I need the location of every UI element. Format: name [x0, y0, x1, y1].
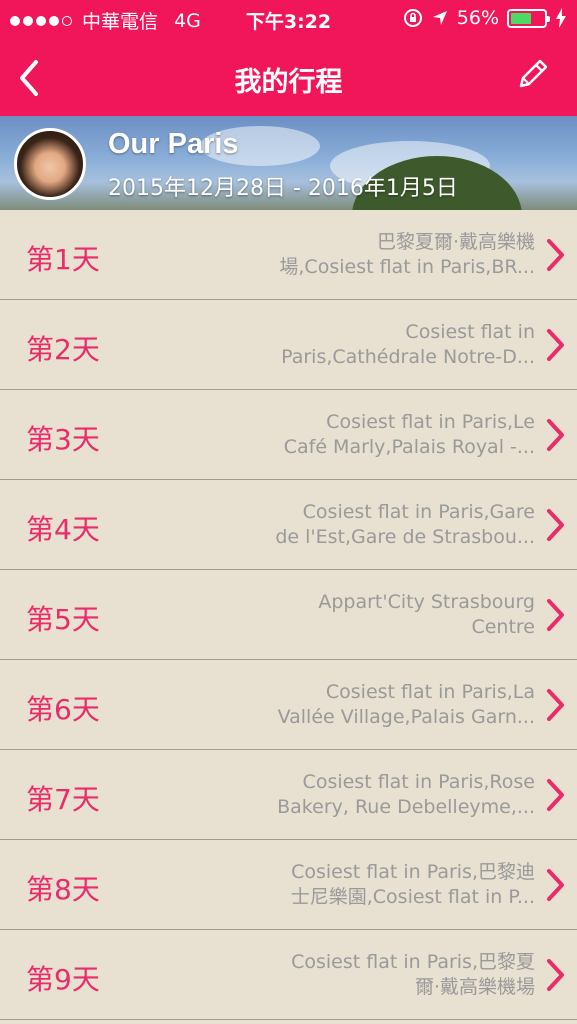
status-bar: 中華電信 4G 下午3:22 56% — [0, 0, 577, 40]
day-places: Cosiest flat in Paris,Gare de l'Est,Gare … — [275, 501, 535, 548]
day-places: Cosiest flat in Paris,Rose Bakery, Rue De… — [277, 771, 535, 818]
pencil-icon[interactable] — [515, 56, 551, 92]
battery-percent: 56% — [456, 7, 499, 29]
day-label: 第6天 — [26, 693, 100, 726]
day-row-6[interactable]: 第6天 Cosiest flat in Paris,La Vallée Villa… — [0, 660, 577, 750]
day-row-9[interactable]: 第9天 Cosiest flat in Paris,巴黎夏 爾·戴高樂機場 — [0, 930, 577, 1020]
trip-name: Our Paris — [108, 128, 239, 160]
day-places: Cosiest flat in Paris,Le Café Marly,Palai… — [283, 411, 535, 458]
day-places: 巴黎夏爾·戴高樂機 場,Cosiest flat in Paris,BR... — [279, 231, 535, 278]
day-list: 第1天 巴黎夏爾·戴高樂機 場,Cosiest flat in Paris,BR.… — [0, 210, 577, 1020]
day-label: 第4天 — [26, 513, 100, 546]
day-label: 第7天 — [26, 783, 100, 816]
day-label: 第5天 — [26, 603, 100, 636]
day-label: 第1天 — [26, 243, 100, 276]
trip-header: Our Paris 2015年12月28日 - 2016年1月5日 — [0, 116, 577, 210]
day-row-5[interactable]: 第5天 Appart'City Strasbourg Centre — [0, 570, 577, 660]
charging-bolt-icon — [556, 8, 566, 28]
day-label: 第8天 — [26, 873, 100, 906]
chevron-right-icon — [547, 959, 564, 991]
day-label: 第9天 — [26, 963, 100, 996]
day-label: 第3天 — [26, 423, 100, 456]
day-places: Cosiest flat in Paris,Cathédrale Notre-D.… — [281, 321, 535, 368]
chevron-right-icon — [547, 329, 564, 361]
day-row-2[interactable]: 第2天 Cosiest flat in Paris,Cathédrale Notr… — [0, 300, 577, 390]
rotation-lock-icon — [403, 9, 422, 27]
navigation-bar: 我的行程 — [0, 40, 577, 116]
avatar — [14, 128, 86, 200]
chevron-right-icon — [547, 869, 564, 901]
chevron-right-icon — [547, 779, 564, 811]
chevron-right-icon — [547, 419, 564, 451]
day-places: Appart'City Strasbourg Centre — [318, 591, 535, 638]
day-places: Cosiest flat in Paris,La Vallée Village,P… — [277, 681, 535, 728]
battery-icon — [507, 8, 550, 28]
chevron-right-icon — [547, 689, 564, 721]
chevron-right-icon — [547, 599, 564, 631]
day-row-8[interactable]: 第8天 Cosiest flat in Paris,巴黎迪 士尼樂園,Cosies… — [0, 840, 577, 930]
chevron-right-icon — [547, 239, 564, 271]
day-row-3[interactable]: 第3天 Cosiest flat in Paris,Le Café Marly,P… — [0, 390, 577, 480]
day-row-1[interactable]: 第1天 巴黎夏爾·戴高樂機 場,Cosiest flat in Paris,BR.… — [0, 210, 577, 300]
location-arrow-icon — [432, 11, 447, 25]
page-title: 我的行程 — [234, 67, 343, 98]
day-row-4[interactable]: 第4天 Cosiest flat in Paris,Gare de l'Est,G… — [0, 480, 577, 570]
chevron-right-icon — [547, 509, 564, 541]
day-places: Cosiest flat in Paris,巴黎迪 士尼樂園,Cosiest fl… — [290, 861, 535, 908]
day-label: 第2天 — [26, 333, 100, 366]
day-row-7[interactable]: 第7天 Cosiest flat in Paris,Rose Bakery, Ru… — [0, 750, 577, 840]
trip-dates: 2015年12月28日 - 2016年1月5日 — [108, 176, 458, 201]
day-places: Cosiest flat in Paris,巴黎夏 爾·戴高樂機場 — [291, 951, 535, 998]
